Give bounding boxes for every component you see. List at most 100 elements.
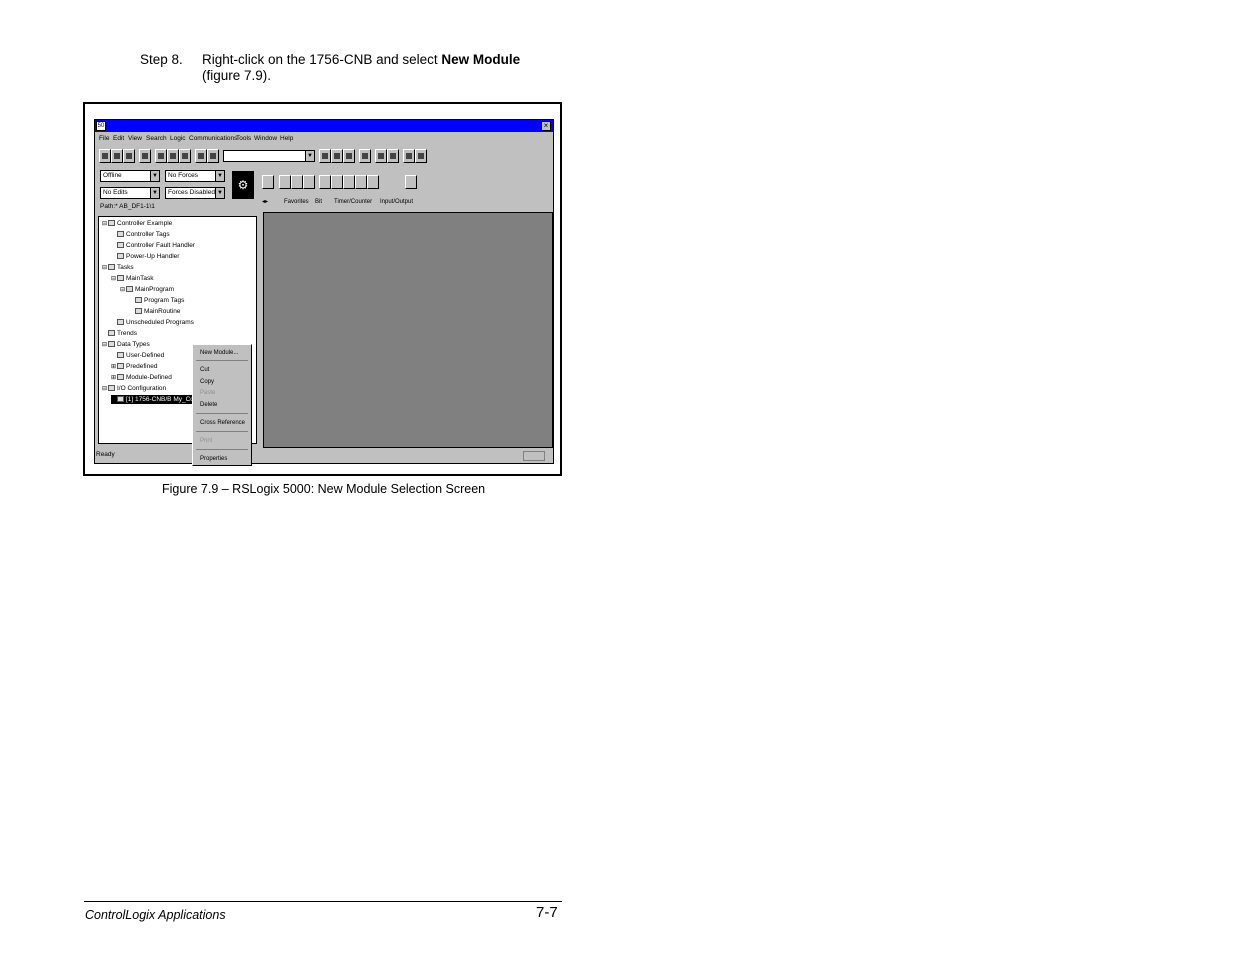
zoom-out-button[interactable] (415, 149, 427, 163)
save-icon (126, 153, 132, 159)
tree-node-label: Power-Up Handler (126, 253, 180, 260)
tree-node[interactable]: Controller Tags (111, 230, 170, 239)
step-text-bold: New Module (441, 52, 521, 67)
controller-status-icon: ⚙ (232, 171, 254, 199)
branch-level-button[interactable] (303, 175, 315, 189)
chevron-down-icon[interactable]: ▼ (150, 171, 159, 181)
tree-node[interactable]: MainRoutine (129, 307, 181, 316)
copy-button[interactable] (167, 149, 179, 163)
chevron-down-icon[interactable]: ▼ (215, 188, 224, 198)
forces-state-select[interactable]: Forces Disabled ▼ (165, 187, 225, 199)
scroll-left-button[interactable] (262, 175, 274, 189)
otl-button[interactable] (355, 175, 367, 189)
tree-node[interactable]: User-Defined (111, 351, 164, 360)
folder-icon (126, 286, 133, 293)
tree-node-label: Data Types (117, 341, 150, 348)
chevron-down-icon[interactable]: ▼ (215, 171, 224, 181)
tab-input-output[interactable]: Input/Output (380, 198, 413, 206)
xio-button[interactable] (331, 175, 343, 189)
tree-node-label: Predefined (126, 363, 158, 370)
zoom-in-icon (406, 153, 412, 159)
xic-button[interactable] (319, 175, 331, 189)
branch-button[interactable] (291, 175, 303, 189)
rung-button[interactable] (279, 175, 291, 189)
menu-item-cut[interactable]: Cut (200, 366, 209, 374)
ote-button[interactable] (343, 175, 355, 189)
tree-node[interactable]: ⊞ Module-Defined (111, 373, 172, 382)
binoculars-icon (334, 153, 340, 159)
edits-select[interactable]: No Edits ▼ (100, 187, 160, 199)
save-button[interactable] (123, 149, 135, 163)
tree-node[interactable]: ⊟ MainProgram (120, 285, 174, 294)
folder-icon (108, 385, 115, 392)
close-icon[interactable]: × (541, 121, 551, 131)
tab-timer-counter[interactable]: Timer/Counter (334, 198, 372, 206)
otu-button[interactable] (367, 175, 379, 189)
tree-node[interactable]: ⊞ Predefined (111, 362, 157, 371)
undo-button[interactable] (195, 149, 207, 163)
mode-select[interactable]: Offline ▼ (100, 170, 160, 182)
menu-item-new-module[interactable]: New Module... (200, 349, 238, 357)
footer-title: ControlLogix Applications (85, 908, 226, 922)
folder-icon (117, 231, 124, 238)
redo-button[interactable] (207, 149, 219, 163)
tree-node[interactable]: Controller Fault Handler (111, 241, 195, 250)
step-text-after: (figure 7.9). (202, 68, 272, 83)
find-next-button[interactable] (331, 149, 343, 163)
menu-file[interactable]: File (99, 135, 109, 143)
menu-help[interactable]: Help (280, 135, 293, 143)
zoom-out-icon (418, 153, 424, 159)
tab-favorites[interactable]: Favorites (284, 198, 309, 206)
rslogix-window: 50 × File Edit View Search Logic Communi… (94, 119, 554, 466)
open-file-button[interactable] (111, 149, 123, 163)
menu-separator (196, 413, 248, 414)
menu-item-properties[interactable]: Properties (200, 455, 227, 463)
help-button[interactable] (375, 149, 387, 163)
menu-tools[interactable]: Tools (236, 135, 251, 143)
tree-node[interactable]: ⊟ Tasks (102, 263, 134, 272)
menu-edit[interactable]: Edit (113, 135, 124, 143)
menu-view[interactable]: View (128, 135, 142, 143)
tree-node-label: [1] 1756-CNB/B My_Cont (126, 396, 200, 403)
tab-scroll-icon[interactable]: ◂▸ (262, 198, 268, 206)
print-button[interactable] (139, 149, 151, 163)
tab-bit[interactable]: Bit (315, 198, 322, 206)
menu-communications[interactable]: Communications (189, 135, 237, 143)
tree-node[interactable]: Unscheduled Programs (111, 318, 194, 327)
tree-node[interactable]: Program Tags (129, 296, 184, 305)
folder-icon (135, 297, 142, 304)
tree-node[interactable]: Power-Up Handler (111, 252, 179, 261)
menu-item-delete[interactable]: Delete (200, 401, 217, 409)
new-file-button[interactable] (99, 149, 111, 163)
menu-search[interactable]: Search (146, 135, 167, 143)
zoom-in-button[interactable] (403, 149, 415, 163)
paste-button[interactable] (179, 149, 191, 163)
tree-node[interactable]: ⊟ Data Types (102, 340, 150, 349)
search-combo[interactable]: ▼ (223, 150, 315, 162)
folder-icon (108, 330, 115, 337)
chevron-down-icon[interactable]: ▼ (150, 188, 159, 198)
chevron-down-icon[interactable]: ▼ (305, 151, 314, 161)
scroll-right-button[interactable] (405, 175, 417, 189)
menu-item-cross-reference[interactable]: Cross Reference (200, 419, 245, 427)
replace-button[interactable] (343, 149, 355, 163)
menu-window[interactable]: Window (254, 135, 277, 143)
tree-node[interactable]: ⊟ I/O Configuration (102, 384, 166, 393)
folder-icon (117, 242, 124, 249)
tree-node[interactable]: ⊟ MainTask (111, 274, 153, 283)
tree-node[interactable]: Trends (102, 329, 137, 338)
tree-node-label: Trends (117, 330, 137, 337)
tree-node-label: User-Defined (126, 352, 165, 359)
menu-logic[interactable]: Logic (170, 135, 186, 143)
forces-select[interactable]: No Forces ▼ (165, 170, 225, 182)
cut-button[interactable] (155, 149, 167, 163)
tree-node[interactable]: [1] 1756-CNB/B My_Cont (111, 395, 200, 404)
folder-icon (117, 253, 124, 260)
tree-node[interactable]: ⊟ Controller Example (102, 219, 172, 228)
status-panel (523, 451, 545, 461)
verify-button[interactable] (359, 149, 371, 163)
properties-button[interactable] (387, 149, 399, 163)
find-button[interactable] (319, 149, 331, 163)
menu-item-paste: Paste (200, 390, 216, 396)
menu-item-copy[interactable]: Copy (200, 378, 214, 386)
